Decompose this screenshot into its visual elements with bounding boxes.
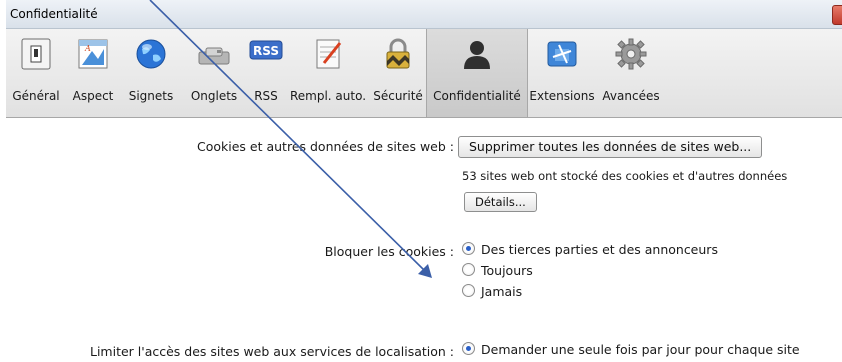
tab-rempl-auto[interactable]: Rempl. auto. (286, 29, 370, 117)
autofill-pen-icon (316, 39, 342, 69)
globe-icon (136, 39, 166, 69)
puzzle-icon (547, 41, 577, 67)
tab-rss[interactable]: RSS RSS (246, 29, 286, 117)
radio-button[interactable] (462, 263, 475, 276)
cookies-count-note: 53 sites web ont stocké des cookies et d… (462, 169, 788, 183)
block-option-always[interactable]: Toujours (462, 263, 533, 281)
general-switch-icon (21, 38, 51, 70)
preferences-toolbar: Général A Aspect Signets Onglets RSS RSS… (6, 29, 842, 118)
tab-avancees[interactable]: Avancées (598, 29, 664, 117)
svg-text:RSS: RSS (253, 44, 279, 58)
rss-icon: RSS (249, 40, 283, 60)
gear-icon (615, 38, 647, 70)
tab-onglets[interactable]: Onglets (182, 29, 246, 117)
remove-all-data-button[interactable]: Supprimer toutes les données de sites we… (458, 136, 763, 158)
svg-text:A: A (84, 44, 91, 53)
radio-button[interactable] (462, 242, 475, 255)
block-option-never[interactable]: Jamais (462, 284, 522, 302)
details-button[interactable]: Détails... (464, 192, 537, 212)
cookies-label: Cookies et autres données de sites web : (197, 139, 454, 154)
location-label: Limiter l'accès des sites web aux servic… (90, 344, 454, 359)
tab-signets[interactable]: Signets (120, 29, 182, 117)
title-bar[interactable]: Confidentialité (6, 0, 842, 29)
tab-extensions[interactable]: Extensions (526, 29, 598, 117)
privacy-panel: Cookies et autres données de sites web :… (6, 118, 842, 362)
close-button[interactable] (832, 5, 842, 25)
padlock-icon (386, 38, 410, 69)
radio-button[interactable] (462, 342, 475, 355)
person-silhouette-icon (464, 41, 490, 69)
tab-confidentialite[interactable]: Confidentialité (426, 29, 528, 117)
block-cookies-label: Bloquer les cookies : (324, 244, 454, 259)
tab-securite[interactable]: Sécurité (370, 29, 426, 117)
radio-button[interactable] (462, 284, 475, 297)
window-title: Confidentialité (10, 7, 98, 21)
location-option-once-per-day[interactable]: Demander une seule fois par jour pour ch… (462, 342, 800, 360)
appearance-icon: A (78, 39, 108, 69)
tab-aspect[interactable]: A Aspect (66, 29, 120, 117)
tabs-icon (198, 47, 230, 65)
tab-general[interactable]: Général (6, 29, 66, 117)
preferences-window: Confidentialité Général A Aspect Signets… (6, 0, 842, 362)
block-option-third-party[interactable]: Des tierces parties et des annonceurs (462, 242, 718, 260)
